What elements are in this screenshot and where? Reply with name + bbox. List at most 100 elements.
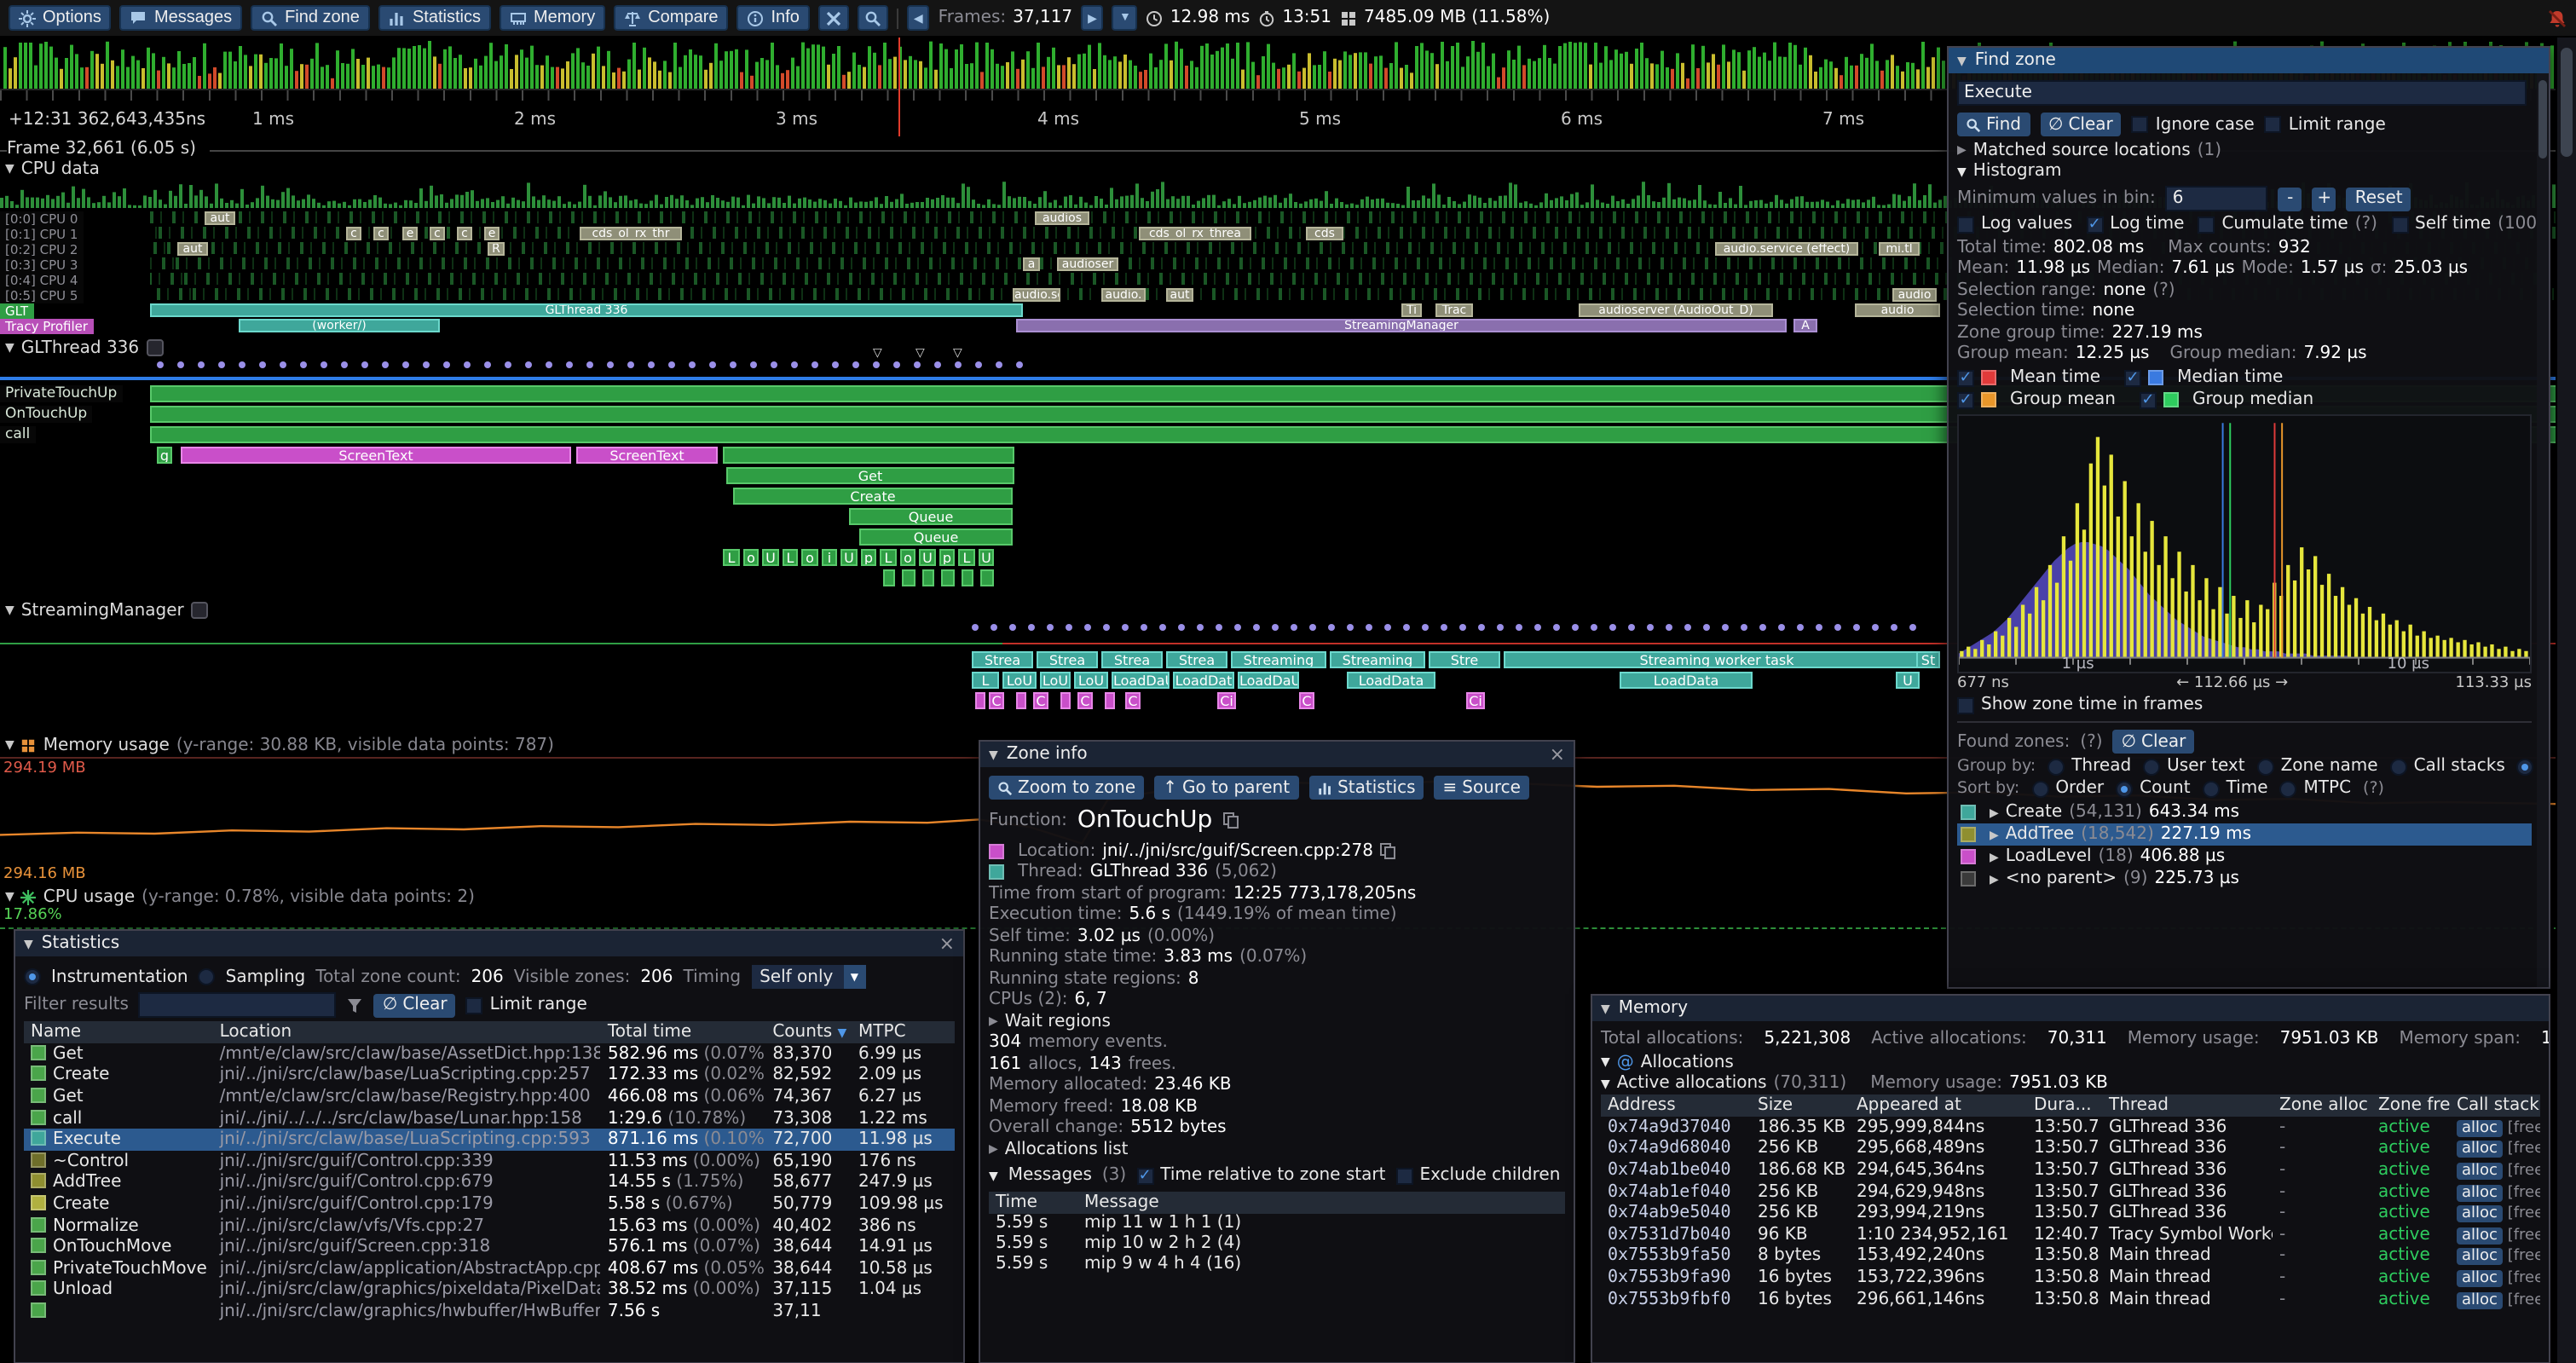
sort-by-count[interactable]: Count [2116, 779, 2190, 798]
filter-input[interactable] [139, 992, 337, 1018]
matched-source-locations[interactable]: ▶ Matched source locations (1) [1957, 140, 2532, 161]
cpu-data-header[interactable]: ▼ CPU data [5, 159, 100, 179]
message-dot[interactable] [972, 624, 979, 631]
allocation-row[interactable]: 0x7553b9fa9016 bytes153,722,396ns13:50.8… [1601, 1267, 2540, 1288]
message-dot[interactable] [1666, 624, 1672, 631]
message-dot[interactable] [668, 361, 675, 368]
message-dot[interactable] [1816, 624, 1822, 631]
message-dot[interactable] [1009, 624, 1016, 631]
zone-bar[interactable]: Queue [849, 508, 1013, 525]
message-dot[interactable] [1834, 624, 1841, 631]
collapse-icon[interactable]: ▼ [1601, 1002, 1610, 1015]
find-zone-button[interactable]: Find zone [251, 5, 370, 31]
frame-dropdown-button[interactable]: ▼ [1112, 5, 1138, 31]
zone-bar[interactable]: o [801, 549, 818, 566]
message-dot[interactable] [1609, 624, 1616, 631]
message-dot[interactable] [1066, 624, 1072, 631]
zone-bar[interactable]: LoadDaU [1238, 672, 1299, 689]
message-dot[interactable] [382, 361, 389, 368]
self-time-checkbox[interactable]: Self time(100.00%) [2391, 215, 2549, 234]
zone-bar[interactable]: audio [1855, 303, 1940, 317]
message-dot[interactable] [832, 361, 839, 368]
frame-marker[interactable]: ▽ [953, 346, 962, 360]
min-bin-increase-button[interactable]: + [2313, 187, 2336, 211]
scrollbar-thumb[interactable] [2561, 48, 2573, 157]
message-dot[interactable] [198, 361, 205, 368]
message-dot[interactable] [1722, 624, 1729, 631]
message-dot[interactable] [1872, 624, 1879, 631]
active-allocations-header[interactable]: ▼ Active allocations (70,311) Memory usa… [1601, 1073, 2540, 1094]
message-dot[interactable] [873, 361, 880, 368]
message-dot[interactable] [1422, 624, 1429, 631]
allocation-row[interactable]: 0x7553b9fbf016 bytes296,661,146ns13:50.8… [1601, 1289, 2540, 1310]
zone-bar[interactable]: L [958, 549, 975, 566]
found-zones-clear-button[interactable]: ∅Clear [2113, 730, 2195, 754]
find-zone-scrollbar[interactable] [2537, 73, 2549, 987]
message-dot[interactable] [566, 361, 573, 368]
allocation-row[interactable]: 0x74ab1ef040256 KB294,629,948ns13:50.7GL… [1601, 1181, 2540, 1203]
table-row[interactable]: calljni/../jni/../../../src/claw/base/Lu… [24, 1108, 955, 1129]
message-dot[interactable] [791, 361, 798, 368]
histogram[interactable]: 1 µs 10 µs [1957, 414, 2532, 673]
group-mean-checkbox[interactable]: Group mean [1957, 390, 2116, 409]
alloc-callstack-button[interactable]: alloc [2457, 1249, 2503, 1266]
zone-bar[interactable]: c [457, 227, 472, 240]
message-dot[interactable] [1216, 624, 1222, 631]
zone-bar[interactable]: C [1033, 692, 1048, 709]
zone-bar[interactable]: ScreenText [576, 447, 718, 464]
zone-bar[interactable]: i [822, 549, 837, 566]
sampling-radio[interactable] [199, 968, 216, 985]
message-dot[interactable] [1141, 624, 1147, 631]
zone-bar[interactable]: (worker/) [239, 319, 440, 332]
zone-bar[interactable]: g [157, 447, 172, 464]
message-dot[interactable] [484, 361, 491, 368]
zone-bar[interactable]: L [880, 549, 897, 566]
message-dot[interactable] [893, 361, 900, 368]
message-dot[interactable] [991, 624, 997, 631]
message-dot[interactable] [525, 361, 532, 368]
zone-bar[interactable] [883, 569, 895, 586]
zone-bar[interactable]: Strea [1166, 651, 1227, 668]
zone-bar[interactable]: LoU [1002, 672, 1037, 689]
log-values-checkbox[interactable]: Log values [1957, 215, 2072, 234]
message-dot[interactable] [955, 361, 962, 368]
exclude-children-checkbox[interactable]: Exclude children [1395, 1166, 1560, 1185]
message-dot[interactable] [505, 361, 511, 368]
zone-bar[interactable]: Get [726, 467, 1014, 484]
message-dot[interactable] [1197, 624, 1204, 631]
zone-bar[interactable]: Stre [1429, 651, 1500, 668]
zone-bar[interactable] [922, 569, 934, 586]
message-dot[interactable] [341, 361, 348, 368]
message-dot[interactable] [1684, 624, 1691, 631]
zone-bar[interactable]: L [972, 672, 999, 689]
reset-button[interactable]: Reset [2347, 187, 2411, 211]
alloc-callstack-button[interactable]: alloc [2457, 1141, 2503, 1158]
main-scrollbar[interactable] [2556, 38, 2576, 1363]
alloc-callstack-button[interactable]: alloc [2457, 1205, 2503, 1222]
allocations-table-header[interactable]: AddressSize Appeared atDura... ThreadZon… [1601, 1094, 2540, 1117]
zone-bar[interactable]: Ci [1217, 692, 1236, 709]
message-dot[interactable] [1084, 624, 1091, 631]
message-dot[interactable] [1347, 624, 1354, 631]
zone-bar[interactable]: aut [177, 242, 208, 256]
allocations-list-header[interactable]: ▶ Allocations list [989, 1139, 1565, 1160]
find-zone-titlebar[interactable]: ▼ Find zone [1949, 48, 2549, 73]
message-dot[interactable] [157, 361, 164, 368]
message-dot[interactable] [1366, 624, 1372, 631]
message-dot[interactable] [689, 361, 696, 368]
zone-bar[interactable] [1060, 692, 1071, 709]
found-zone-group[interactable]: ▶<no parent>(9)225.73 µs [1957, 868, 2532, 890]
message-dot[interactable] [1853, 624, 1860, 631]
allocation-row[interactable]: 0x7531d7b04096 KB1:10 234,952,16112:40.7… [1601, 1224, 2540, 1245]
zone-bar[interactable]: LoadData [1620, 672, 1753, 689]
zone-bar[interactable]: o [743, 549, 759, 566]
find-button[interactable]: Find [1957, 113, 2030, 136]
message-row[interactable]: 5.59 smip 11 w 1 h 1 (1) [989, 1213, 1565, 1233]
message-dot[interactable] [1572, 624, 1579, 631]
zone-bar[interactable]: C [1077, 692, 1093, 709]
message-dot[interactable] [280, 361, 286, 368]
instrumentation-radio[interactable] [24, 968, 41, 985]
message-dot[interactable] [177, 361, 184, 368]
table-row[interactable]: Get/mnt/e/claw/src/claw/base/Registry.hp… [24, 1086, 955, 1107]
ignore-case-checkbox[interactable]: Ignore case [2132, 115, 2255, 134]
